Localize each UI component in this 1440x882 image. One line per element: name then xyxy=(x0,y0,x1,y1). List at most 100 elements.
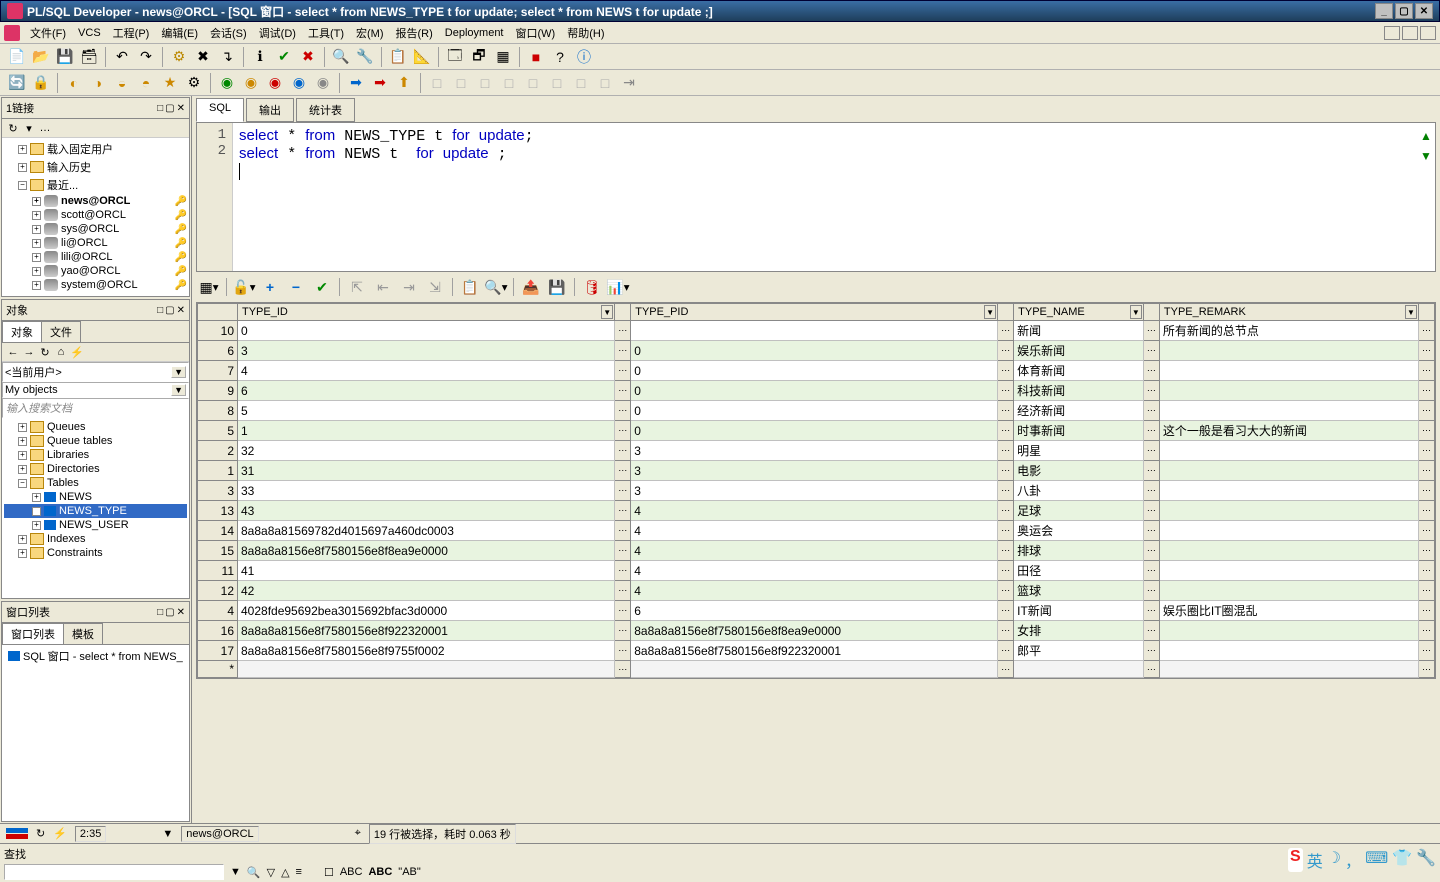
menu-编辑(E)[interactable]: 编辑(E) xyxy=(155,23,204,43)
info-button[interactable]: ⓘ xyxy=(573,46,595,68)
tree-table-item[interactable]: +NEWS_TYPE xyxy=(4,504,187,518)
add-row-icon[interactable]: + xyxy=(259,276,281,298)
tree-item[interactable]: +Indexes xyxy=(4,532,187,546)
tb2-filter3[interactable]: ◒ xyxy=(111,72,133,94)
table-row[interactable]: 16 8a8a8a8156e8f7580156e8f922320001⋯ 8a8… xyxy=(198,621,1435,641)
search-field[interactable] xyxy=(4,864,224,880)
mdi-minimize-button[interactable] xyxy=(1384,26,1400,40)
tb2-db2[interactable]: ◉ xyxy=(240,72,262,94)
next-icon[interactable]: ⇥ xyxy=(398,276,420,298)
menu-窗口(W)[interactable]: 窗口(W) xyxy=(510,23,562,43)
tb2-gear[interactable]: ⚙ xyxy=(183,72,205,94)
conn-refresh-icon[interactable]: ↻ xyxy=(6,121,20,135)
mdi-close-button[interactable] xyxy=(1420,26,1436,40)
ime-icon[interactable]: S xyxy=(1288,848,1303,872)
tb2-db4[interactable]: ◉ xyxy=(288,72,310,94)
panel-dock-icon[interactable]: ▢ xyxy=(165,607,174,618)
tree-item[interactable]: −Tables xyxy=(4,476,187,490)
table-row[interactable]: 10 0⋯ ▼⋯ 新闻⋯ 所有新闻的总节点⋯ xyxy=(198,321,1435,341)
obj-back-icon[interactable]: ← xyxy=(6,345,20,359)
new-button[interactable]: 📄 xyxy=(6,46,28,68)
conn-db-item[interactable]: +system@ORCL🔑 xyxy=(4,278,187,292)
table-row[interactable]: 7 4⋯ 0▼⋯ 体育新闻⋯ ⋯ xyxy=(198,361,1435,381)
tb2-x5[interactable]: □ xyxy=(522,72,544,94)
tree-item[interactable]: +Constraints xyxy=(4,546,187,560)
tb2-filter4[interactable]: ◓ xyxy=(135,72,157,94)
table-row[interactable]: 15 8a8a8a8156e8f7580156e8f8ea9e0000⋯ 4▼⋯… xyxy=(198,541,1435,561)
status-refresh-icon[interactable]: ↻ xyxy=(36,827,45,840)
panel-close-icon[interactable]: ✕ xyxy=(177,305,185,316)
ime-punct-icon[interactable]: ， xyxy=(1345,848,1361,872)
conn-db-item[interactable]: +li@ORCL🔑 xyxy=(4,236,187,250)
save-grid-icon[interactable]: 💾 xyxy=(546,276,568,298)
column-header[interactable]: TYPE_ID▼ xyxy=(238,304,615,321)
table-row[interactable]: 2 32⋯ 3▼⋯ 明星⋯ ⋯ xyxy=(198,441,1435,461)
obj-refresh-icon[interactable]: ↻ xyxy=(38,345,52,359)
lock-icon[interactable]: 🔓▾ xyxy=(233,276,255,298)
table-row[interactable]: 5 1⋯ 0▼⋯ 时事新闻⋯ 这个一般是看习大大的新闻⋯ xyxy=(198,421,1435,441)
tree-table-item[interactable]: +NEWS_USER xyxy=(4,518,187,532)
beautify-button[interactable]: 📐 xyxy=(411,46,433,68)
conn-db-item[interactable]: +sys@ORCL🔑 xyxy=(4,222,187,236)
table-row[interactable]: 17 8a8a8a8156e8f7580156e8f9755f0002⋯ 8a8… xyxy=(198,641,1435,661)
help-button[interactable]: ? xyxy=(549,46,571,68)
tb2-x1[interactable]: □ xyxy=(426,72,448,94)
db-icon[interactable]: 🛢 xyxy=(581,276,603,298)
chart-icon[interactable]: 📊▾ xyxy=(607,276,629,298)
ime-lang-icon[interactable]: 英 xyxy=(1307,848,1323,872)
search-find-icon[interactable]: 🔍 xyxy=(247,866,261,879)
winlist-tab[interactable]: 模板 xyxy=(63,623,103,644)
table-row[interactable]: 3 33⋯ 3▼⋯ 八卦⋯ ⋯ xyxy=(198,481,1435,501)
table-row[interactable]: 12 42⋯ 4▼⋯ 篮球⋯ ⋯ xyxy=(198,581,1435,601)
result-grid[interactable]: TYPE_ID▼TYPE_PID▼TYPE_NAME▼TYPE_REMARK▼ … xyxy=(196,302,1436,679)
first-icon[interactable]: ⇱ xyxy=(346,276,368,298)
search-up-icon[interactable]: △ xyxy=(281,866,289,879)
tb2-db3[interactable]: ◉ xyxy=(264,72,286,94)
last-icon[interactable]: ⇲ xyxy=(424,276,446,298)
obj-filter-icon[interactable]: ⚡ xyxy=(70,345,84,359)
conn-db-item[interactable]: +news@ORCL🔑 xyxy=(4,194,187,208)
tb2-exit[interactable]: ⇥ xyxy=(618,72,640,94)
tb2-prev[interactable]: ➡ xyxy=(369,72,391,94)
table-row[interactable]: 13 43⋯ 4▼⋯ 足球⋯ ⋯ xyxy=(198,501,1435,521)
conn-db-item[interactable]: +scott@ORCL🔑 xyxy=(4,208,187,222)
export-icon[interactable]: 📤 xyxy=(520,276,542,298)
panel-dock-icon[interactable]: ▢ xyxy=(165,305,174,316)
tree-table-item[interactable]: +NEWS xyxy=(4,490,187,504)
red-button[interactable]: ■ xyxy=(525,46,547,68)
sql-tab[interactable]: 统计表 xyxy=(296,98,355,122)
tb2-up[interactable]: ⬆ xyxy=(393,72,415,94)
new-row[interactable]: *⋯⋯⋯⋯ xyxy=(198,661,1435,678)
rollback-button[interactable]: ✖ xyxy=(297,46,319,68)
menu-报告(R)[interactable]: 报告(R) xyxy=(390,23,439,43)
user-combo[interactable]: <当前用户>▼ xyxy=(2,362,189,382)
table-row[interactable]: 6 3⋯ 0▼⋯ 娱乐新闻⋯ ⋯ xyxy=(198,341,1435,361)
grid-mode-icon[interactable]: ▦▾ xyxy=(198,276,220,298)
tree-item[interactable]: +Directories xyxy=(4,462,187,476)
explain-button[interactable]: ℹ xyxy=(249,46,271,68)
tb2-x6[interactable]: □ xyxy=(546,72,568,94)
ime-moon-icon[interactable]: ☽ xyxy=(1327,848,1341,872)
tb2-star[interactable]: ★ xyxy=(159,72,181,94)
ime-kbd-icon[interactable]: ⌨ xyxy=(1365,848,1388,872)
prev-icon[interactable]: ⇤ xyxy=(372,276,394,298)
close-button[interactable]: ✕ xyxy=(1415,3,1433,19)
tb2-x7[interactable]: □ xyxy=(570,72,592,94)
column-header[interactable]: TYPE_REMARK▼ xyxy=(1159,304,1418,321)
search-dd-icon[interactable]: ▼ xyxy=(230,866,241,878)
tree-item[interactable]: +Queues xyxy=(4,420,187,434)
obj-fwd-icon[interactable]: → xyxy=(22,345,36,359)
search-input[interactable]: 输入搜索文档 xyxy=(2,398,189,418)
window1-button[interactable]: 🗔 xyxy=(444,46,466,68)
search-case-icon[interactable]: ☐ xyxy=(324,866,334,879)
ime-tool-icon[interactable]: 🔧 xyxy=(1416,848,1436,872)
obj-tab[interactable]: 文件 xyxy=(41,321,81,342)
commit-button[interactable]: ✔ xyxy=(273,46,295,68)
conn-item[interactable]: −最近... xyxy=(4,176,187,194)
menu-工程(P)[interactable]: 工程(P) xyxy=(107,23,156,43)
panel-dock-icon[interactable]: ▢ xyxy=(165,103,174,114)
tb2-x8[interactable]: □ xyxy=(594,72,616,94)
search-down-icon[interactable]: ▽ xyxy=(267,866,275,879)
conn-item[interactable]: +载入固定用户 xyxy=(4,140,187,158)
panel-pin-icon[interactable]: □ xyxy=(157,103,163,114)
